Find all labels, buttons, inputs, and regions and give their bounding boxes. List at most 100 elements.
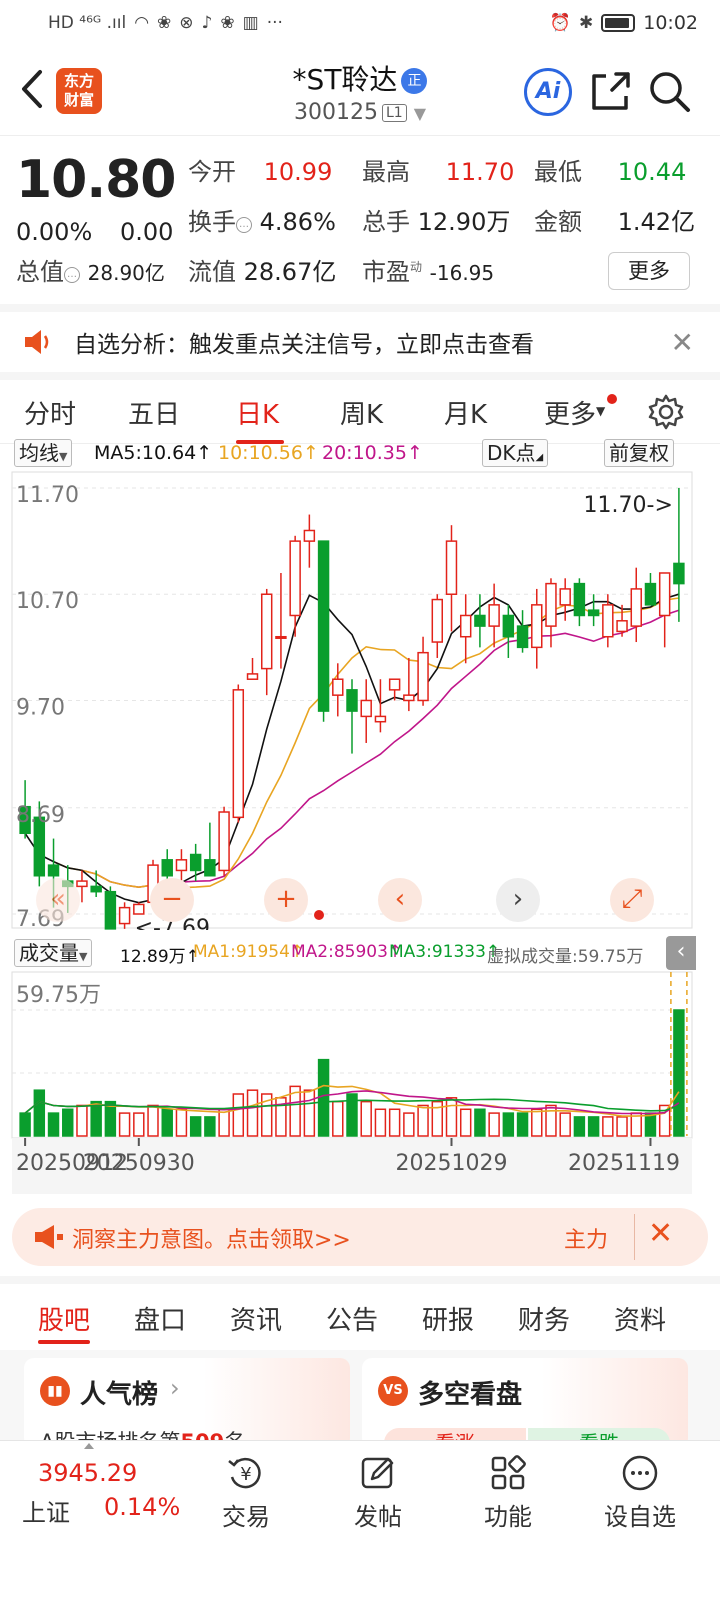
volume-bar [488,1112,500,1137]
float-value: 28.67亿 [243,258,337,286]
tab-weekly-k[interactable]: 周K [340,394,383,431]
notice-bar[interactable]: 自选分析：触发重点关注信号，立即点击查看 ✕ [0,304,720,372]
indicator-selector-label: 均线 [19,441,59,465]
volume-chart[interactable]: 59.75万2025091220250930 20251029 20251119 [0,970,720,1196]
scroll-left-button[interactable]: ‹ [378,878,422,922]
high-price: 最高 11.70 [362,152,514,187]
nav-add-watchlist-label: 设自选 [604,1503,676,1531]
volume-bar [118,1112,131,1137]
low-price: 最低 10.44 [534,152,686,187]
volume-bar [445,1097,458,1137]
index-change[interactable]: 0.14% [104,1493,180,1521]
more-quote-button[interactable]: 更多 [608,252,690,290]
ma10-value: 10:10.56↑ [218,442,319,464]
volume-bar [303,1089,316,1137]
volume-bar [587,1116,600,1137]
tab-more[interactable]: 更多▼ [544,394,605,431]
candle [630,588,642,627]
tab-finance[interactable]: 财务 [518,1300,570,1337]
notice-text: 自选分析：触发重点关注信号，立即点击查看 [74,332,534,358]
share-icon[interactable] [588,68,634,114]
chart-tabs: 分时 五日 日K 周K 月K 更多▼ [0,372,720,444]
tab-pankou[interactable]: 盘口 [134,1300,186,1337]
long-short-card[interactable]: VS 多空看盘 看涨 看跌 [362,1358,688,1448]
candle [602,604,614,638]
nav-functions[interactable]: 功能 [458,1453,558,1532]
adjust-button[interactable]: 前复权 [604,439,674,467]
volume-max-label: 59.75万 [16,983,101,1008]
clock: 10:02 [643,12,698,34]
collapse-panel-icon[interactable]: ‹ [666,936,696,970]
ma20-value: 20:10.35↑ [322,442,423,464]
close-icon[interactable]: ✕ [648,1216,673,1251]
candle [175,859,188,872]
fullscreen-icon[interactable]: ⤢ [610,878,654,922]
tab-guba[interactable]: 股吧 [38,1300,90,1337]
gear-icon[interactable] [648,394,684,430]
volume-bar [204,1116,216,1137]
candle [459,614,472,638]
stock-name: *ST聆达 [292,63,398,96]
tab-profile[interactable]: 资料 [614,1300,666,1337]
kline-chart[interactable]: 11.7010.709.708.697.6911.70-><-7.69 [0,470,720,930]
candle [445,540,458,595]
index-name[interactable]: 上证 [22,1493,70,1528]
turnover[interactable]: 换手… 4.86% [188,202,336,237]
scroll-start-button[interactable]: « [36,878,80,922]
candle [218,811,230,872]
tab-monthly-k[interactable]: 月K [444,394,487,431]
change-amount: 0.00 [120,218,174,246]
dk-point-label: DK点 [487,441,536,465]
tab-research[interactable]: 研报 [422,1300,474,1337]
current-price: 10.80 [16,150,176,210]
nav-add-watchlist[interactable]: 设自选 [590,1453,690,1532]
ai-button[interactable]: Ai [524,68,572,116]
volume-bar [502,1112,515,1137]
speaker-icon [25,330,49,354]
block-icon: ⊗ [179,13,194,33]
tab-intraday[interactable]: 分时 [24,394,76,431]
promo-banner[interactable]: 洞察主力意图。点击领取>> 主力 ✕ [12,1208,708,1266]
active-tab-indicator [38,1340,90,1344]
y-axis-label: 8.69 [16,803,65,828]
candle [474,614,486,627]
tab-daily-k[interactable]: 日K [236,394,279,431]
tab-news[interactable]: 资讯 [230,1300,282,1337]
index-value[interactable]: 3945.29 [38,1459,137,1487]
volume-bar [559,1112,571,1137]
tab-announcements[interactable]: 公告 [326,1300,378,1337]
stock-badge-icon: 正 [401,68,428,94]
candle [303,529,316,542]
volume-bar [332,1100,344,1137]
nav-post[interactable]: 发帖 [328,1453,428,1532]
candle [332,678,344,696]
long-short-title: 多空看盘 [418,1380,523,1410]
indicator-selector[interactable]: 均线▼ [14,439,73,467]
search-icon[interactable] [646,68,692,114]
candle [545,582,557,627]
dk-point-button[interactable]: DK点◢ [482,439,549,467]
paw-icon: ❀ [157,13,172,33]
bottom-nav: 3945.29 上证 0.14% ¥ 交易 发帖 功能 设自选 [0,1440,720,1600]
popularity-card[interactable]: ▮▮ 人气榜 › A股市场排名第509名 [24,1358,350,1448]
vs-icon: VS [378,1376,408,1406]
market-cap[interactable]: 总值… 28.90亿 [16,252,165,287]
candle [275,635,287,639]
promo-text: 洞察主力意图。点击领取>> [72,1228,351,1253]
pe-label: 市盈 [362,258,410,286]
close-icon[interactable]: ✕ [671,326,694,359]
candle [360,699,372,718]
tab-five-day[interactable]: 五日 [128,394,180,431]
zoom-out-button[interactable]: − [150,878,194,922]
volume-legend-row: 成交量▼ 12.89万↑ MA1:91954↑ MA2:85903↑ MA3:9… [0,936,720,970]
float-cap: 流值 28.67亿 [188,252,336,287]
nav-trade[interactable]: ¥ 交易 [196,1453,296,1532]
status-right: ⏰ ✱ 10:02 [550,12,698,34]
tab-more-label: 更多 [544,400,597,430]
volume-bar [417,1104,429,1137]
volume-selector[interactable]: 成交量▼ [14,939,93,967]
tab-more-dot [607,394,617,404]
chevron-down-icon: ▼ [79,950,88,963]
zoom-in-button[interactable]: + [264,878,308,922]
scroll-right-button[interactable]: › [496,878,540,922]
